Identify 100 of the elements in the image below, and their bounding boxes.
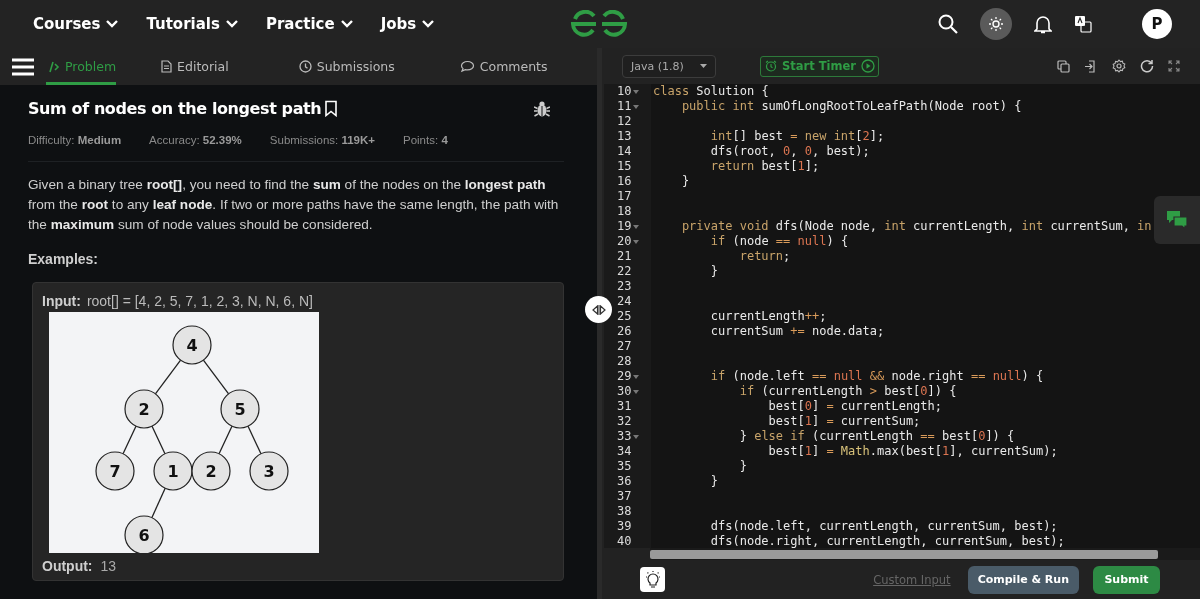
- theme-toggle-button[interactable]: [980, 8, 1012, 40]
- fullscreen-icon[interactable]: [1168, 60, 1180, 72]
- fold-icon[interactable]: [633, 389, 640, 394]
- line-number: 40: [617, 534, 632, 549]
- tree-node: 2: [191, 451, 231, 491]
- compile-run-button[interactable]: Compile & Run: [967, 565, 1079, 594]
- line-number: 11: [617, 99, 632, 114]
- chat-button[interactable]: [1154, 196, 1200, 244]
- tree-node: 3: [249, 451, 289, 491]
- code-line: currentLength++;: [709, 309, 827, 324]
- line-number: 31: [617, 399, 632, 414]
- tree-node: 5: [220, 389, 260, 429]
- nav-menu[interactable]: Practice: [265, 15, 359, 33]
- bookmark-icon[interactable]: [324, 100, 339, 117]
- line-number: 17: [617, 189, 632, 204]
- user-avatar[interactable]: P: [1142, 9, 1172, 39]
- input-label: Input:: [42, 293, 81, 309]
- line-number: 18: [617, 204, 632, 219]
- tree-edge: [151, 487, 166, 519]
- tab[interactable]: Comments: [459, 48, 548, 85]
- code-icon: [46, 60, 60, 73]
- reset-icon[interactable]: [1140, 59, 1154, 73]
- tab[interactable]: Problem: [46, 48, 117, 85]
- line-number: 34: [617, 444, 632, 459]
- tree-node: 6: [124, 515, 164, 553]
- code-line: dfs(root, 0, 0, best);: [709, 144, 870, 159]
- line-number: 15: [617, 159, 632, 174]
- tree-node: 4: [172, 325, 212, 365]
- clock-icon: [298, 60, 312, 73]
- fold-icon[interactable]: [633, 224, 640, 229]
- line-number: 26: [617, 324, 632, 339]
- tree-edge: [247, 425, 262, 455]
- problem-stat: Accuracy: 52.39%: [149, 134, 242, 146]
- code-line: currentSum += node.data;: [709, 324, 885, 339]
- code-line: if (node.left == null && node.right == null) {: [709, 369, 1044, 384]
- lightbulb-icon: [644, 570, 661, 589]
- line-number: 33: [617, 429, 632, 444]
- line-number: 12: [617, 114, 632, 129]
- code-line: }: [709, 474, 719, 489]
- exit-icon[interactable]: [1084, 59, 1098, 73]
- fold-icon[interactable]: [633, 89, 640, 94]
- start-timer-button[interactable]: Start Timer: [760, 55, 879, 77]
- tree-node: 7: [95, 451, 135, 491]
- fold-icon[interactable]: [633, 374, 640, 379]
- output-value: 13: [100, 558, 117, 574]
- code-line: return;: [738, 249, 791, 264]
- line-number: 35: [617, 459, 632, 474]
- line-number: 14: [617, 144, 632, 159]
- code-line: }: [738, 459, 747, 474]
- code-line: class Solution {: [653, 84, 769, 99]
- fold-icon[interactable]: [633, 239, 640, 244]
- code-line: if (currentLength > best[0]) {: [738, 384, 957, 399]
- tab[interactable]: Editorial: [161, 48, 229, 85]
- problem-stat: Points: 4: [403, 134, 448, 146]
- code-line: dfs(node.left, currentLength, currentSum, best);: [709, 519, 1058, 534]
- line-number: 16: [617, 174, 632, 189]
- line-number: 13: [617, 129, 632, 144]
- line-number: 25: [617, 309, 632, 324]
- examples-heading: Examples:: [28, 251, 100, 267]
- alarm-clock-icon: [765, 60, 777, 72]
- logo-icon: [570, 10, 628, 38]
- tree-edge: [151, 425, 166, 455]
- line-number: 36: [617, 474, 632, 489]
- line-number: 27: [617, 339, 632, 354]
- chat-bubbles-icon: [1166, 210, 1188, 230]
- hint-bulb-button[interactable]: [640, 567, 665, 592]
- language-dropdown[interactable]: Java (1.8): [622, 54, 716, 78]
- sun-icon: [988, 16, 1004, 32]
- line-number: 21: [617, 249, 632, 264]
- search-icon[interactable]: [938, 14, 958, 34]
- fold-icon[interactable]: [633, 104, 640, 109]
- translate-icon[interactable]: [1074, 15, 1092, 33]
- nav-menu[interactable]: Jobs: [380, 15, 441, 33]
- problem-stat: Submissions: 119K+: [269, 134, 375, 146]
- bell-icon[interactable]: [1034, 14, 1052, 34]
- tab[interactable]: Submissions: [298, 48, 395, 85]
- code-line: int[] best = new int[2];: [709, 129, 885, 144]
- play-icon: [860, 59, 875, 73]
- chevron-down-icon: [340, 20, 353, 28]
- submit-button[interactable]: Submit: [1093, 565, 1160, 594]
- bug-icon[interactable]: [534, 99, 550, 118]
- line-number: 29: [617, 369, 632, 384]
- line-number: 30: [617, 384, 632, 399]
- line-number: 22: [617, 264, 632, 279]
- tree-node: 2: [124, 389, 164, 429]
- code-line: best[1] = Math.max(best[1], currentSum);: [767, 444, 1058, 459]
- chevron-down-icon: [225, 20, 238, 28]
- nav-menu[interactable]: Courses: [33, 15, 125, 33]
- document-icon: [161, 60, 173, 73]
- line-number: 23: [617, 279, 632, 294]
- copy-icon[interactable]: [1057, 59, 1070, 73]
- nav-menu[interactable]: Tutorials: [146, 15, 244, 33]
- fold-icon[interactable]: [633, 434, 640, 439]
- code-line: best[1] = currentSum;: [767, 414, 921, 429]
- code-line: }: [680, 174, 690, 189]
- code-line: best[0] = currentLength;: [767, 399, 942, 414]
- code-line: if (node == null) {: [709, 234, 849, 249]
- scrollbar-thumb[interactable]: [650, 549, 1158, 559]
- line-number: 28: [617, 354, 632, 369]
- settings-icon[interactable]: [1112, 59, 1126, 73]
